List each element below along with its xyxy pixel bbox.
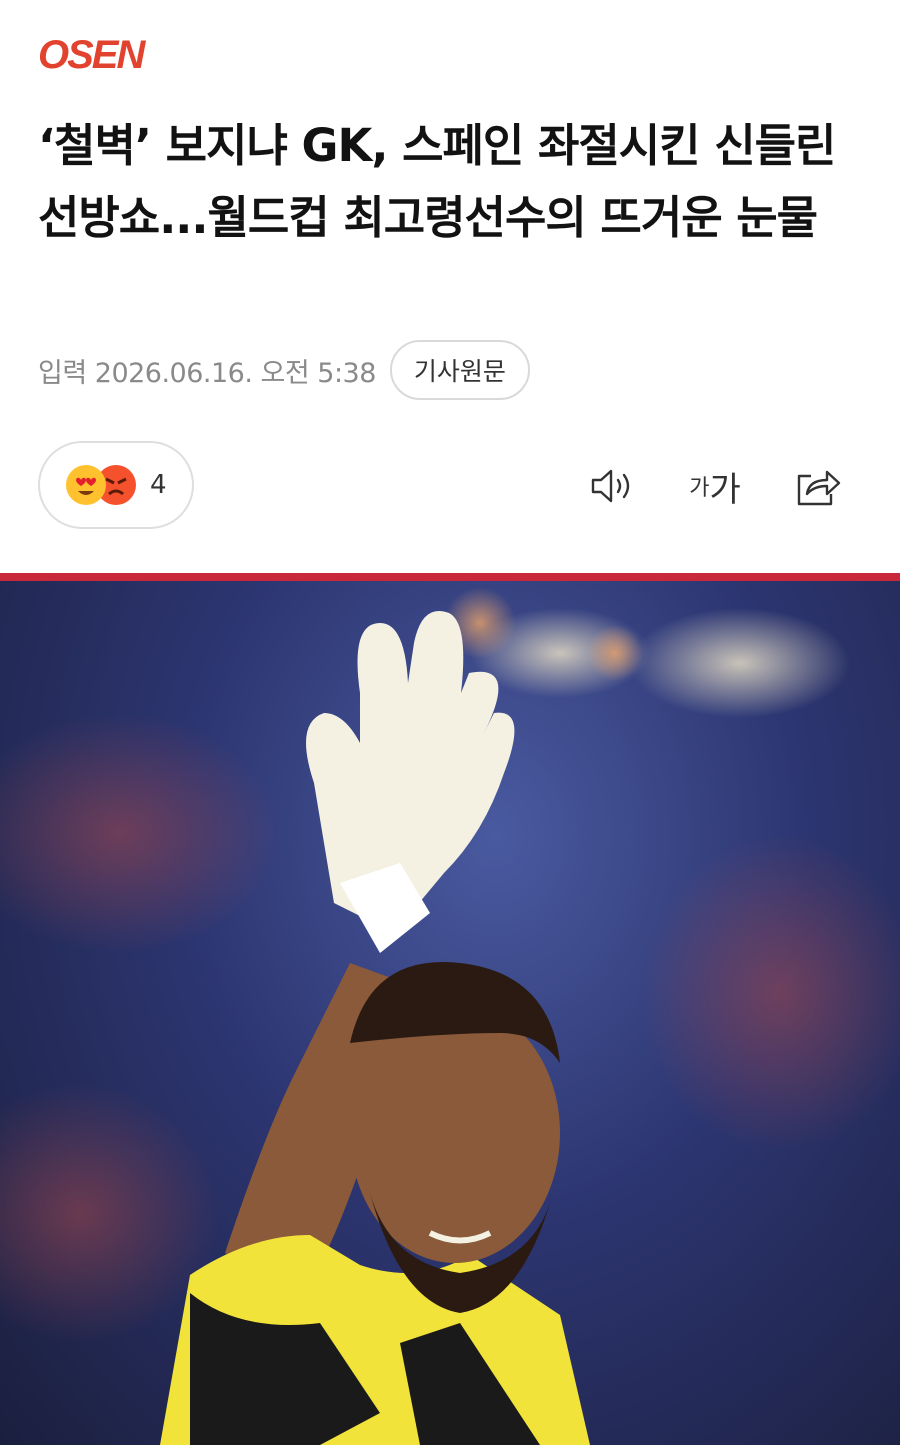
osen-logo[interactable]: OSEN <box>38 36 214 74</box>
goalkeeper-photo-illustration <box>0 573 900 1445</box>
article-headline: ‘철벽’ 보지냐 GK, 스페인 좌절시킨 신들린 선방쇼...월드컵 최고령선… <box>38 119 836 244</box>
reaction-button[interactable]: 4 <box>38 441 194 529</box>
article-photo <box>0 573 900 1445</box>
reaction-count: 4 <box>150 470 167 500</box>
publish-date: 입력 2026.06.16. 오전 5:38 <box>38 357 376 389</box>
font-size-button[interactable]: 가 가 <box>686 460 744 512</box>
font-size-large-label: 가 <box>709 470 741 509</box>
font-size-small-label: 가 <box>689 475 710 500</box>
original-article-button[interactable]: 기사원문 <box>389 340 530 400</box>
heart-eyes-emoji-icon <box>66 465 106 505</box>
speaker-icon[interactable] <box>588 460 638 512</box>
article-meta: 입력 2026.06.16. 오전 5:38 기사원문 <box>38 340 530 400</box>
logo-text: OSEN <box>38 36 146 74</box>
share-icon[interactable] <box>792 460 842 512</box>
